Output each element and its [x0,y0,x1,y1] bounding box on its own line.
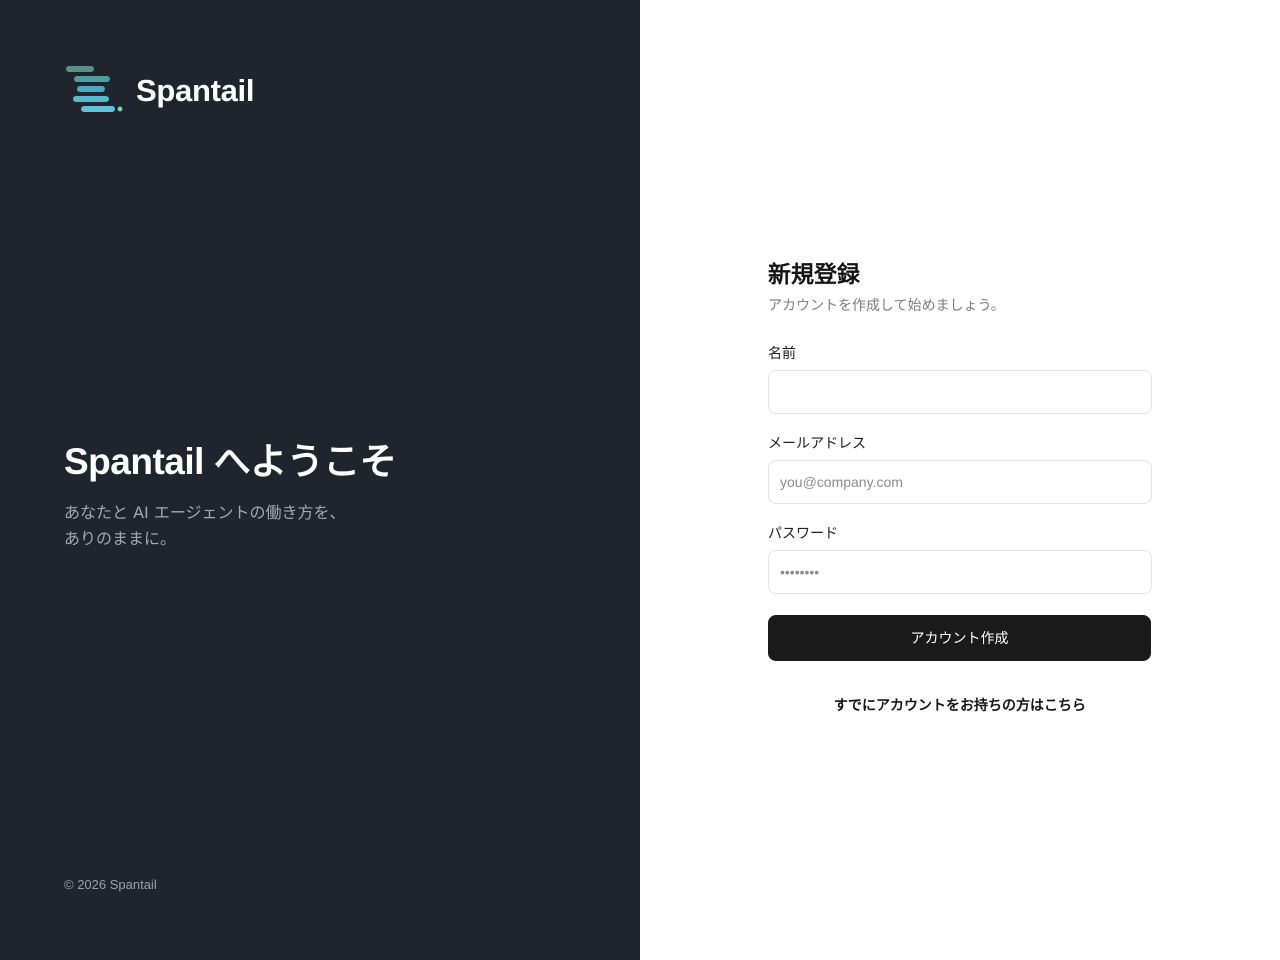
hero: Spantail へようこそ あなたと AI エージェントの働き方を、 ありのま… [64,438,397,552]
brand-name: Spantail [136,73,255,108]
form-subtitle: アカウントを作成して始めましょう。 [768,298,1005,314]
login-link[interactable]: すでにアカウントをお持ちの方はこちら [768,695,1152,715]
email-input[interactable] [768,460,1152,504]
copyright: © 2026 Spantail [64,877,157,892]
brand-logo: Spantail [64,64,254,118]
stacked-lines-logo-icon [66,66,123,112]
name-input[interactable] [768,370,1152,414]
signup-form: 新規登録 アカウントを作成して始めましょう。 名前 メールアドレス パスワード … [768,258,1152,715]
password-field-group: パスワード [768,524,1152,594]
password-input[interactable] [768,550,1152,594]
signup-page: Spantail Spantail へようこそ あなたと AI エージェントの働… [0,0,1280,960]
form-title: 新規登録 [768,262,860,288]
name-field-group: 名前 [768,344,1152,414]
hero-subtitle: あなたと AI エージェントの働き方を、 ありのままに。 [64,500,396,552]
hero-subtitle-line2: ありのままに。 [64,529,177,548]
create-account-button[interactable]: アカウント作成 [768,615,1151,661]
email-label: メールアドレス [768,436,866,452]
hero-subtitle-line1: あなたと AI エージェントの働き方を、 [64,503,346,522]
email-field-group: メールアドレス [768,434,1152,504]
hero-title: Spantail へようこそ [64,441,397,482]
password-label: パスワード [768,526,838,542]
name-label: 名前 [768,346,796,362]
brand-panel: Spantail Spantail へようこそ あなたと AI エージェントの働… [0,0,640,960]
form-panel: 新規登録 アカウントを作成して始めましょう。 名前 メールアドレス パスワード … [640,0,1280,960]
